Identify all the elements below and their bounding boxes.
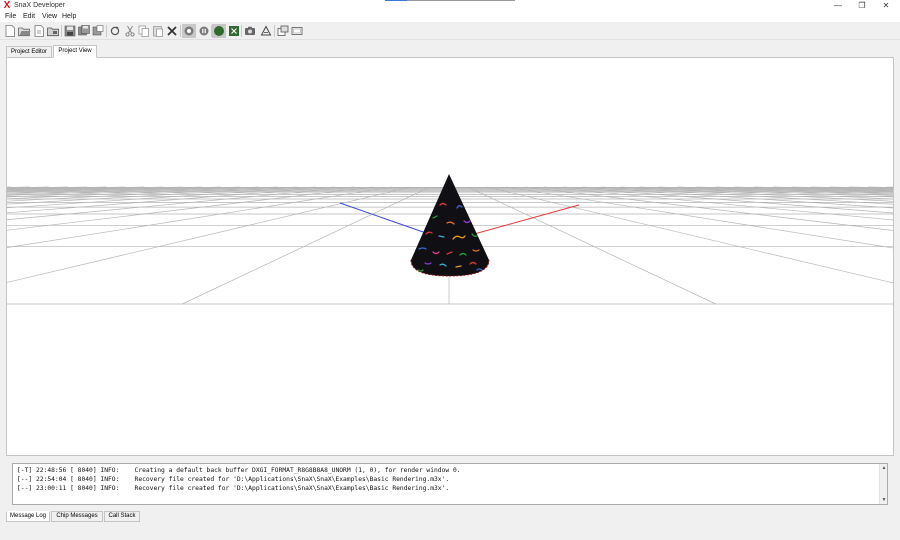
grid-line — [7, 186, 240, 198]
tab-message-log[interactable]: Message Log — [6, 511, 50, 522]
delete-icon[interactable] — [165, 24, 179, 38]
toolbar — [0, 22, 900, 40]
grid-line — [7, 186, 392, 248]
grid-line — [658, 186, 893, 198]
fullscreen-icon[interactable] — [290, 24, 304, 38]
paste-icon[interactable] — [151, 24, 165, 38]
grid-line — [7, 186, 297, 205]
minimize-button[interactable]: — — [826, 0, 850, 12]
grid-line — [887, 186, 893, 188]
grid-line — [182, 186, 431, 305]
grid-line — [7, 186, 316, 209]
tab-call-stack[interactable]: Call Stack — [104, 511, 140, 522]
menu-edit[interactable]: Edit — [23, 12, 35, 22]
pause-icon[interactable] — [197, 24, 211, 38]
new-document-icon[interactable] — [32, 24, 46, 38]
grid-line — [639, 186, 893, 200]
save-all-icon[interactable] — [77, 24, 91, 38]
toolbar-separator — [241, 25, 242, 37]
grid-line — [7, 186, 164, 193]
grid-line — [7, 186, 278, 202]
log-line: [-T] 22:48:56 [ 8040] INFO: Creating a d… — [17, 467, 461, 474]
grid-line — [867, 186, 893, 188]
run-icon[interactable] — [212, 24, 226, 38]
cut-icon[interactable] — [123, 24, 137, 38]
scroll-down-icon[interactable]: ▼ — [880, 496, 888, 504]
grid-line — [7, 186, 50, 189]
grid-line — [772, 186, 893, 191]
save-copy-icon[interactable] — [91, 24, 105, 38]
grid-line — [582, 186, 893, 209]
toolbar-separator — [180, 25, 181, 37]
grid-line — [487, 186, 893, 284]
menu-view[interactable]: View — [42, 12, 57, 22]
refresh-icon[interactable] — [108, 24, 122, 38]
toolbar-separator — [274, 25, 275, 37]
menu-bar: File Edit View Help — [0, 12, 900, 22]
restore-button[interactable]: ❐ — [850, 0, 874, 12]
render-canvas[interactable] — [7, 58, 893, 455]
open-folder-icon[interactable] — [17, 24, 31, 38]
stop-icon[interactable] — [227, 24, 241, 38]
open-project-icon[interactable] — [46, 24, 60, 38]
grid-line — [715, 186, 893, 194]
project-view-viewport[interactable] — [6, 57, 894, 456]
title-bar: X SnaX Developer — ❐ ✕ — [0, 0, 900, 12]
log-line: [--] 22:54:04 [ 8040] INFO: Recovery fil… — [17, 476, 450, 483]
toolbar-separator — [61, 25, 62, 37]
tab-project-view[interactable]: Project View — [53, 45, 97, 58]
app-logo-icon: X — [3, 0, 11, 11]
title-accent-gray — [407, 0, 515, 1]
save-icon[interactable] — [63, 24, 77, 38]
grid-line — [696, 186, 893, 195]
app-window: X SnaX Developer — ❐ ✕ File Edit View He… — [0, 0, 900, 540]
record-icon[interactable] — [182, 24, 196, 38]
grid-line — [7, 186, 259, 200]
log-line: [--] 23:00:11 [ 8040] INFO: Recovery fil… — [17, 485, 450, 492]
close-button[interactable]: ✕ — [874, 0, 898, 12]
title-accent-blue — [385, 0, 407, 1]
grid-line — [7, 186, 183, 194]
grid-line — [7, 186, 373, 231]
menu-file[interactable]: File — [5, 12, 16, 22]
grid-line — [506, 186, 893, 249]
new-file-icon[interactable] — [3, 24, 17, 38]
grid-line — [848, 186, 893, 189]
windows-icon[interactable] — [276, 24, 290, 38]
tab-chip-messages[interactable]: Chip Messages — [51, 511, 103, 522]
grid-line — [467, 186, 716, 305]
log-scrollbar[interactable]: ▲ ▼ — [879, 464, 887, 504]
toolbar-separator — [106, 25, 107, 37]
grid-line — [7, 186, 145, 192]
message-log-panel[interactable]: [-T] 22:48:56 [ 8040] INFO: Creating a d… — [12, 463, 888, 505]
grid-line — [734, 186, 893, 193]
camera-icon[interactable] — [243, 24, 257, 38]
grid-line — [753, 186, 893, 192]
grid-line — [810, 186, 893, 190]
geometry-icon[interactable] — [259, 24, 273, 38]
grid-line — [601, 186, 893, 205]
menu-help[interactable]: Help — [62, 12, 76, 22]
grid-line — [7, 186, 11, 188]
grid-line — [7, 186, 202, 195]
window-title: SnaX Developer — [14, 2, 65, 9]
grid-line — [7, 186, 411, 283]
copy-icon[interactable] — [137, 24, 151, 38]
scroll-up-icon[interactable]: ▲ — [880, 464, 888, 472]
grid-line — [620, 186, 893, 202]
